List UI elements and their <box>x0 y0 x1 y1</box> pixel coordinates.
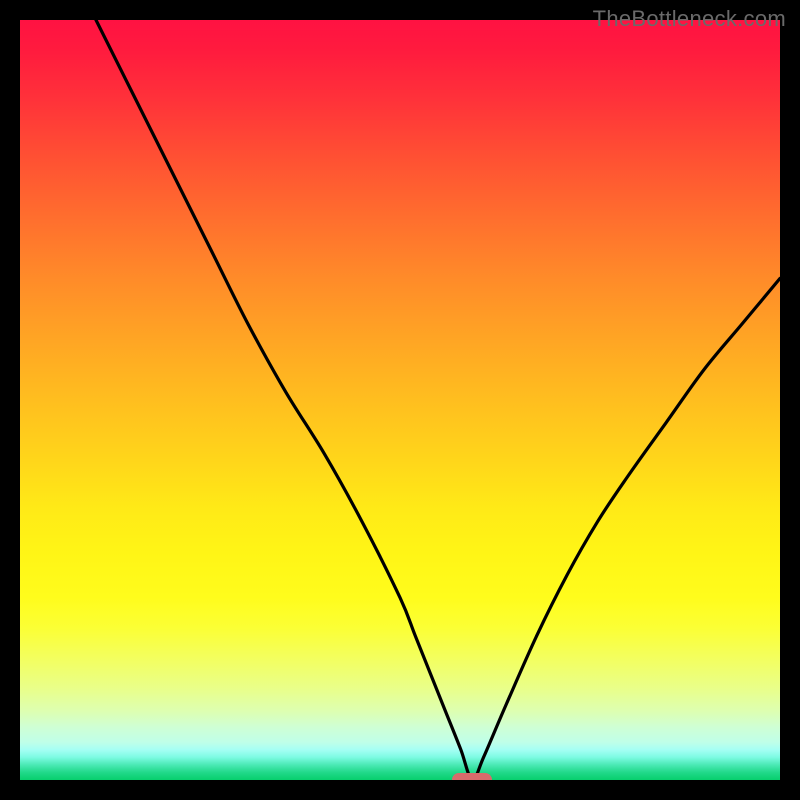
minimum-marker <box>452 773 492 780</box>
watermark-text: TheBottleneck.com <box>593 6 786 32</box>
chart-frame: TheBottleneck.com <box>0 0 800 800</box>
plot-area <box>20 20 780 780</box>
bottleneck-curve <box>20 20 780 780</box>
